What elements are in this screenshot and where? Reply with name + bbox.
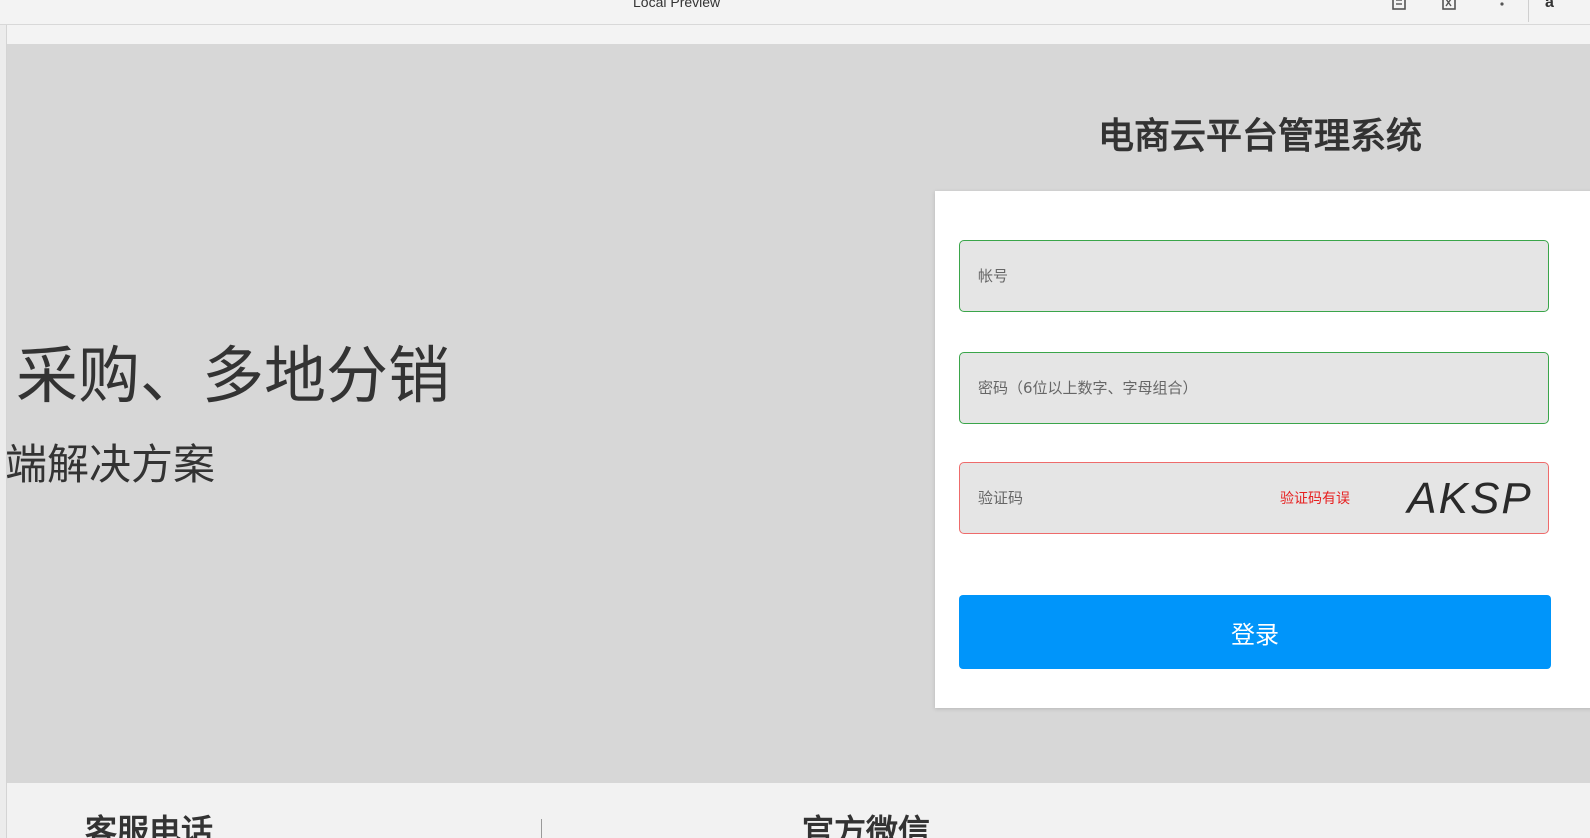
footer-phone-title: 客服电话 [85, 812, 214, 838]
captcha-error-message: 验证码有误 [1280, 491, 1350, 507]
hero-banner: 采购、多地分销 端解决方案 电商云平台管理系统 验证码有误 AKSP 登录 [7, 44, 1590, 783]
account-field [959, 240, 1549, 312]
password-input[interactable] [978, 353, 1278, 423]
login-title: 电商云平台管理系统 [1097, 116, 1422, 157]
hero-subheadline: 端解决方案 [7, 440, 216, 489]
browser-toolbar: Local Preview a [0, 0, 1590, 25]
toolbar-right-label: a [1545, 0, 1554, 11]
login-form: 验证码有误 AKSP 登录 [935, 191, 1590, 708]
footer-divider [541, 819, 542, 838]
more-vert-icon[interactable] [1493, 0, 1511, 12]
account-input[interactable] [978, 241, 1278, 311]
document-icon[interactable] [1390, 0, 1408, 12]
footer-wechat-title: 官方微信 [802, 812, 931, 838]
password-field [959, 352, 1549, 424]
address-strip [0, 25, 1590, 44]
toolbar-divider [1528, 0, 1529, 22]
page-footer: 客服电话 官方微信 [7, 783, 1590, 838]
captcha-field: 验证码有误 AKSP [959, 462, 1549, 534]
captcha-image[interactable]: AKSP [1405, 471, 1535, 527]
captcha-input[interactable] [978, 463, 1278, 533]
code-icon[interactable] [1440, 0, 1458, 12]
left-scroll-edge [0, 25, 7, 838]
login-button[interactable]: 登录 [959, 595, 1551, 669]
window-title: Local Preview [633, 0, 721, 10]
hero-headline: 采购、多地分销 [16, 339, 451, 412]
